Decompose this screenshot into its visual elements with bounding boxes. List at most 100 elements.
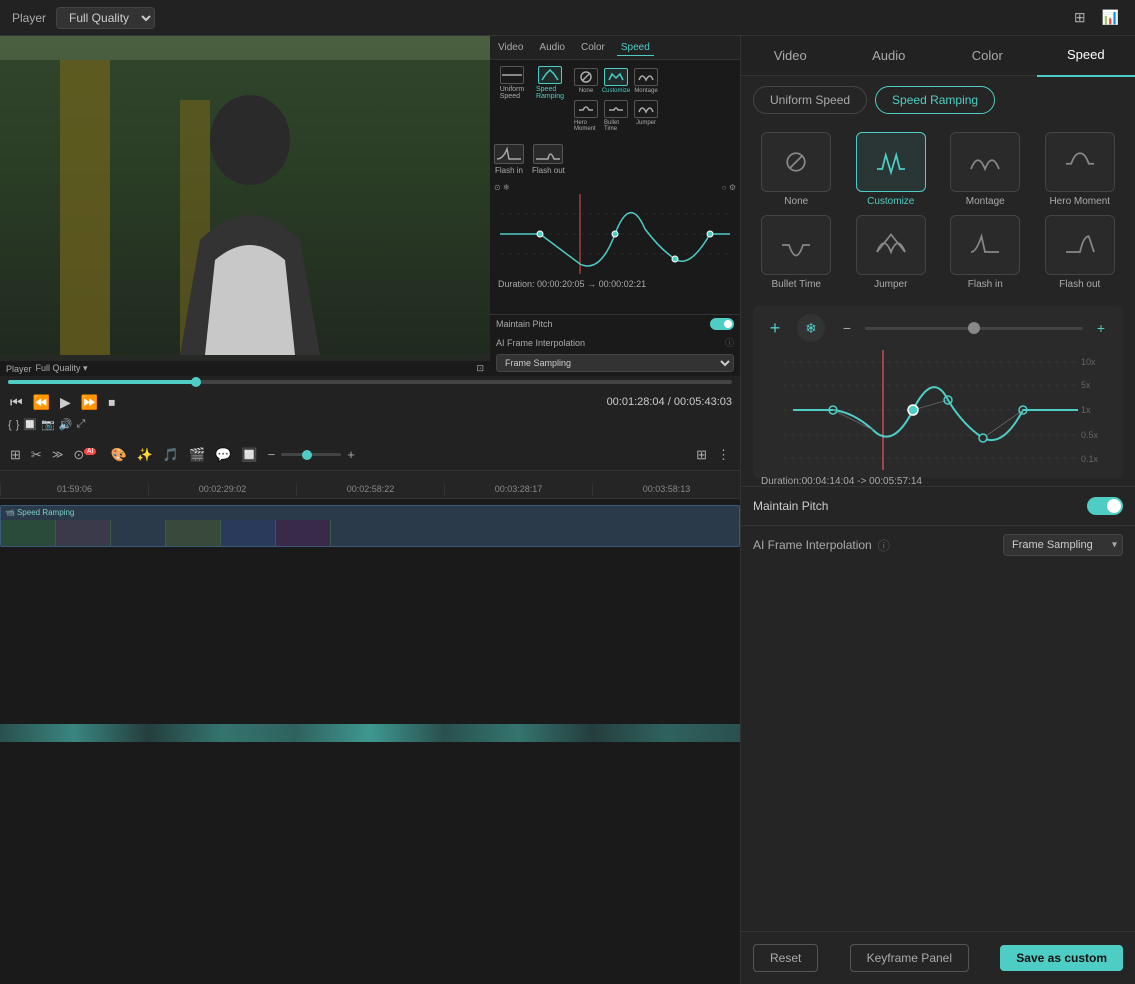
keyframe-panel-button[interactable]: Keyframe Panel — [850, 944, 969, 972]
stabilize-badge: AI — [84, 448, 97, 455]
video-track-button[interactable]: 🎬 — [187, 445, 207, 465]
color-button[interactable]: 🎨 — [108, 445, 128, 465]
fullscreen-button[interactable]: ⤢ — [76, 418, 85, 431]
skip-back-button[interactable]: ⏮ — [8, 394, 25, 411]
mini-preset-hero[interactable]: Hero Moment — [572, 98, 600, 134]
stabilize-button[interactable]: ⊙ AI — [71, 445, 102, 465]
reset-button[interactable]: Reset — [753, 944, 818, 972]
curve-slider-thumb[interactable] — [968, 322, 980, 334]
curve-plus-button[interactable]: + — [1087, 314, 1115, 342]
settings-button[interactable]: ⊞ — [694, 445, 709, 465]
top-bar-left: Player Full Quality 1/2 Quality 1/4 Qual… — [12, 7, 1070, 29]
mini-preset-none[interactable]: None — [572, 66, 600, 96]
thumb-2 — [56, 520, 111, 546]
uniform-speed-tab[interactable]: Uniform Speed — [753, 86, 867, 114]
mini-customize-label: Customize — [602, 88, 630, 94]
timeline-ruler: 01:59:06 00:02:29:02 00:02:58:22 00:03:2… — [0, 471, 740, 499]
curve-minus-button[interactable]: − — [833, 314, 861, 342]
mask-button[interactable]: 🔲 — [239, 445, 259, 465]
montage-svg — [637, 70, 655, 84]
preset-montage-icon-box — [950, 132, 1020, 192]
preset-montage[interactable]: Montage — [942, 132, 1029, 207]
magic-button[interactable]: ✨ — [135, 445, 155, 465]
play-button[interactable]: ▶ — [58, 394, 73, 411]
mini-preset-customize[interactable]: Customize — [602, 66, 630, 96]
video-track-clip[interactable]: 📹 Speed Ramping — [0, 505, 740, 547]
frame-interpolation-select[interactable]: Frame Sampling Optical Flow AI Interpola… — [1003, 534, 1123, 556]
tab-color[interactable]: Color — [938, 36, 1037, 76]
preset-flash-in[interactable]: Flash in — [942, 215, 1029, 290]
stop-button[interactable]: ⏹ — [106, 394, 117, 411]
more-tools-button[interactable]: ≫ — [50, 446, 66, 463]
mini-preset-montage[interactable]: Montage — [632, 66, 660, 96]
preset-jumper-icon-box — [856, 215, 926, 275]
mark-in-button[interactable]: { — [8, 419, 12, 431]
mini-tab-speed[interactable]: Speed — [617, 40, 654, 56]
mini-tab-audio[interactable]: Audio — [535, 40, 569, 55]
preset-none[interactable]: None — [753, 132, 840, 207]
preset-flash-out[interactable]: Flash out — [1037, 215, 1124, 290]
preset-jumper-label: Jumper — [874, 279, 907, 290]
flash-out-icon-svg — [1062, 231, 1098, 259]
quality-select[interactable]: Full Quality 1/2 Quality 1/4 Quality — [56, 7, 155, 29]
mini-uniform-label: UniformSpeed — [500, 86, 525, 100]
mini-frame-select-row: Frame Sampling — [490, 352, 740, 376]
save-custom-button[interactable]: Save as custom — [1000, 945, 1123, 971]
mini-flash-out[interactable]: Flash out — [532, 144, 565, 175]
audio-track-button[interactable]: 🎵 — [161, 445, 181, 465]
ramping-svg — [540, 68, 560, 82]
mini-help-icon[interactable]: ⓘ — [725, 336, 734, 349]
ripple-edit-button[interactable]: ⊞ — [8, 445, 23, 465]
zoom-track[interactable] — [281, 453, 341, 456]
audio-button[interactable]: 🔊 — [59, 418, 73, 431]
mini-tab-color[interactable]: Color — [577, 40, 609, 55]
mini-maintain-toggle[interactable] — [710, 318, 734, 330]
speed-ramping-tab[interactable]: Speed Ramping — [875, 86, 995, 114]
tab-audio[interactable]: Audio — [840, 36, 939, 76]
split-button[interactable]: ✂ — [29, 445, 44, 465]
preset-bullet-time[interactable]: Bullet Time — [753, 215, 840, 290]
zoom-slider[interactable]: − + — [266, 445, 357, 464]
uniform-svg — [502, 68, 522, 82]
mini-speed-ramping[interactable]: SpeedRamping — [532, 64, 568, 136]
screenshot-button[interactable]: 📷 — [41, 418, 55, 431]
mini-tab-video[interactable]: Video — [494, 40, 527, 55]
ai-help-icon[interactable]: ⓘ — [878, 537, 890, 554]
mini-player-label: Player — [6, 364, 32, 374]
mark-out-button[interactable]: } — [16, 419, 20, 431]
preset-customize[interactable]: Customize — [848, 132, 935, 207]
tab-video[interactable]: Video — [741, 36, 840, 76]
mini-preset-bullet[interactable]: Bullet Time — [602, 98, 630, 134]
curve-slider-track[interactable] — [865, 327, 1083, 330]
speed-curve-svg: 10x 5x 1x 0.5x 0.1x — [761, 350, 1115, 470]
crop-button[interactable]: 🔲 — [23, 418, 37, 431]
zoom-in-button[interactable]: + — [345, 445, 357, 464]
chart-icon[interactable]: 📊 — [1098, 7, 1123, 28]
preview-row: ContinuousRecording ⊞ ⊟ ⊡ ⊠ ○ ▶ Export — [0, 36, 740, 376]
tab-speed[interactable]: Speed — [1037, 36, 1135, 77]
zoom-thumb[interactable] — [302, 450, 312, 460]
none-icon-svg — [778, 148, 814, 176]
curve-slider-area: − + — [833, 314, 1115, 342]
mini-flash-in[interactable]: Flash in — [494, 144, 524, 175]
preset-hero-moment[interactable]: Hero Moment — [1037, 132, 1124, 207]
frame-back-button[interactable]: ⏪ — [31, 394, 52, 411]
mini-uniform-speed[interactable]: UniformSpeed — [494, 64, 530, 136]
more-options-button[interactable]: ⋮ — [715, 445, 732, 465]
mini-preset-jumper[interactable]: Jumper — [632, 98, 660, 134]
subtitle-button[interactable]: 💬 — [213, 445, 233, 465]
mini-speed-options: UniformSpeed SpeedRamping — [490, 60, 740, 140]
playback-handle[interactable] — [191, 377, 201, 387]
mini-presets-grid2: Hero Moment Bullet Time — [572, 98, 660, 134]
mini-frame-select[interactable]: Frame Sampling — [496, 354, 734, 372]
add-keyframe-button[interactable]: + — [761, 314, 789, 342]
playback-area: ⏮ ⏪ ▶ ⏩ ⏹ 00:01:28:04 / 00:05:43:03 { } … — [0, 376, 740, 439]
mini-ai-row: AI Frame Interpolation ⓘ — [490, 333, 740, 352]
zoom-out-button[interactable]: − — [266, 445, 278, 464]
freeze-button[interactable]: ❄ — [797, 314, 825, 342]
frame-forward-button[interactable]: ⏩ — [79, 394, 100, 411]
grid-view-icon[interactable]: ⊞ — [1070, 7, 1090, 28]
preset-jumper[interactable]: Jumper — [848, 215, 935, 290]
playback-progress[interactable] — [8, 380, 732, 384]
maintain-pitch-toggle[interactable] — [1087, 497, 1123, 515]
